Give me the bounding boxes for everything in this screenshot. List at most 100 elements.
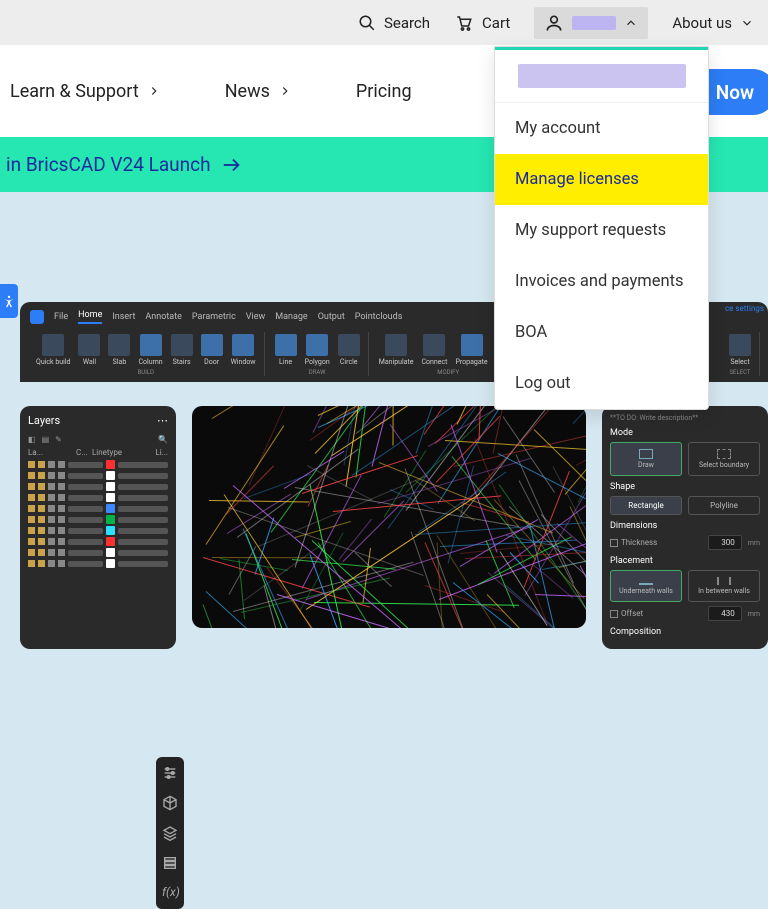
chevron-right-icon: [147, 84, 161, 98]
account-name-redacted: [572, 16, 616, 30]
ribbon-btn-quick-build[interactable]: Quick build: [32, 332, 74, 368]
ribbon-btn-polygon[interactable]: Polygon: [301, 332, 334, 368]
layer-row[interactable]: [20, 547, 176, 558]
layers-tool-icon[interactable]: ▤: [42, 435, 50, 444]
placement-between-button[interactable]: In between walls: [688, 570, 760, 602]
nav-news-label: News: [225, 81, 270, 102]
layer-row[interactable]: [20, 514, 176, 525]
account-menu-trigger[interactable]: [534, 7, 648, 39]
layer-row[interactable]: [20, 536, 176, 547]
layers-list: [20, 459, 176, 569]
ribbon-btn-stairs[interactable]: Stairs: [167, 332, 197, 368]
ribbon-tab-home[interactable]: Home: [78, 310, 102, 324]
dropdown-username-redacted: [518, 64, 686, 88]
arrow-right-icon: [221, 154, 243, 176]
ribbon-tab-manage[interactable]: Manage: [275, 312, 307, 322]
accessibility-tab[interactable]: [0, 284, 18, 318]
panel-hint: **TO DO: Write description**: [610, 414, 760, 422]
layers-panel: Layers ⋯ ◧ ▤ ✎ 🔍 La... C... Linetype Li.…: [20, 406, 176, 649]
layer-row[interactable]: [20, 525, 176, 536]
cart-label: Cart: [482, 14, 510, 32]
search-icon: [358, 14, 376, 32]
offset-label: Offset: [621, 609, 643, 618]
about-us-menu[interactable]: About us: [672, 14, 754, 32]
nav-news[interactable]: News: [225, 81, 292, 102]
ribbon-btn-circle[interactable]: Circle: [334, 332, 364, 368]
cart-button[interactable]: Cart: [454, 14, 510, 32]
thickness-label: Thickness: [621, 538, 657, 547]
accessibility-icon: [2, 294, 16, 308]
shape-rectangle[interactable]: Rectangle: [610, 496, 682, 515]
composition-label: Composition: [610, 627, 760, 637]
ribbon-btn-wall[interactable]: Wall: [74, 332, 104, 368]
ribbon-btn-slab[interactable]: Slab: [104, 332, 134, 368]
ribbon-btn-manipulate[interactable]: Manipulate: [375, 332, 418, 368]
ribbon-tab-view[interactable]: View: [246, 312, 265, 322]
layers-tool-icon[interactable]: ◧: [28, 435, 36, 444]
cube-icon[interactable]: [162, 795, 178, 811]
ribbon-tab-parametric[interactable]: Parametric: [192, 312, 236, 322]
layers-search-icon[interactable]: 🔍: [158, 435, 168, 444]
mode-label: Mode: [610, 428, 760, 438]
menu-my-account[interactable]: My account: [495, 103, 708, 154]
nav-pricing[interactable]: Pricing: [356, 81, 412, 102]
mode-draw-button[interactable]: Draw: [610, 442, 682, 476]
offset-unit: mm: [748, 610, 760, 618]
layers-panel-menu-icon[interactable]: ⋯: [157, 414, 168, 427]
layer-row[interactable]: [20, 481, 176, 492]
nav-learn-support[interactable]: Learn & Support: [10, 81, 161, 102]
banner-text: in BricsCAD V24 Launch: [6, 153, 211, 176]
placement-under-button[interactable]: Underneath walls: [610, 570, 682, 602]
layer-row[interactable]: [20, 459, 176, 470]
search-label: Search: [384, 14, 430, 32]
menu-manage-licenses[interactable]: Manage licenses: [495, 154, 708, 205]
about-label: About us: [672, 14, 732, 32]
chevron-up-icon: [624, 16, 638, 30]
menu-boa[interactable]: BOA: [495, 307, 708, 358]
ribbon-btn-connect[interactable]: Connect: [418, 332, 452, 368]
ribbon-btn-line[interactable]: Line: [271, 332, 301, 368]
account-dropdown: My account Manage licenses My support re…: [494, 46, 709, 410]
properties-panel: **TO DO: Write description** Mode Draw S…: [602, 406, 768, 649]
layers-col: C...: [76, 448, 88, 457]
menu-logout[interactable]: Log out: [495, 358, 708, 409]
mode-select-boundary-button[interactable]: Select boundary: [688, 442, 760, 476]
layer-row[interactable]: [20, 503, 176, 514]
layers-icon[interactable]: [162, 825, 178, 841]
layers-title: Layers: [28, 414, 60, 427]
stack-icon[interactable]: [162, 855, 178, 871]
ribbon-tab-annotate[interactable]: Annotate: [145, 312, 182, 322]
fx-icon[interactable]: f(x): [162, 885, 178, 901]
nav-learn-support-label: Learn & Support: [10, 81, 139, 102]
layers-col: Li...: [155, 448, 168, 457]
shape-label: Shape: [610, 482, 760, 492]
ribbon-tab-file[interactable]: File: [54, 312, 68, 322]
ribbon-btn-window[interactable]: Window: [227, 332, 260, 368]
ribbon-tab-output[interactable]: Output: [318, 312, 345, 322]
layer-row[interactable]: [20, 492, 176, 503]
thickness-input[interactable]: 300: [708, 535, 742, 550]
search-button[interactable]: Search: [358, 14, 430, 32]
ribbon-tab-pointclouds[interactable]: Pointclouds: [355, 312, 403, 322]
sliders-icon[interactable]: [162, 765, 178, 781]
app-logo-icon[interactable]: [30, 310, 44, 324]
viewport[interactable]: [192, 406, 586, 628]
ribbon-btn-propagate[interactable]: Propagate: [451, 332, 491, 368]
menu-support-requests[interactable]: My support requests: [495, 205, 708, 256]
offset-input[interactable]: 430: [708, 606, 742, 621]
user-icon: [544, 13, 564, 33]
ribbon-btn-column[interactable]: Column: [134, 332, 166, 368]
layer-row[interactable]: [20, 558, 176, 569]
shape-polyline[interactable]: Polyline: [688, 496, 760, 515]
thickness-unit: mm: [748, 539, 760, 547]
menu-invoices[interactable]: Invoices and payments: [495, 256, 708, 307]
ribbon-btn-door[interactable]: Door: [197, 332, 227, 368]
layer-row[interactable]: [20, 470, 176, 481]
ribbon-settings-link[interactable]: ce settings: [725, 304, 764, 313]
dropdown-accent: [495, 47, 708, 50]
ribbon-tab-insert[interactable]: Insert: [112, 312, 135, 322]
side-tool-strip: f(x): [156, 757, 184, 909]
placement-label: Placement: [610, 556, 760, 566]
layers-tool-icon[interactable]: ✎: [55, 435, 62, 444]
ribbon-btn-select[interactable]: Select: [725, 332, 755, 368]
